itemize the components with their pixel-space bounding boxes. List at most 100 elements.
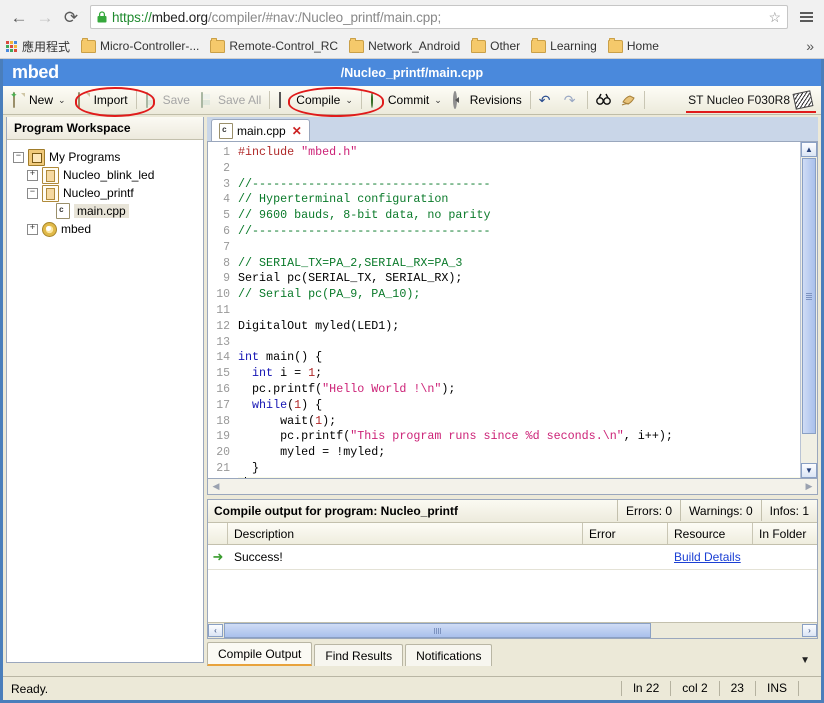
scrollbar-thumb[interactable] <box>802 158 816 434</box>
code-line[interactable] <box>238 303 800 319</box>
chevron-down-icon[interactable]: ⌄ <box>340 95 353 106</box>
bookmark-star-icon[interactable]: ☆ <box>762 9 781 26</box>
close-icon[interactable]: ✕ <box>286 124 302 138</box>
build-details-link[interactable]: Build Details <box>674 550 741 564</box>
find-button[interactable] <box>591 89 616 111</box>
forward-arrow-icon[interactable]: → <box>32 4 58 30</box>
code-line[interactable]: int main() { <box>238 350 800 366</box>
scroll-left-icon[interactable]: ‹ <box>208 624 223 637</box>
code-line[interactable]: } <box>238 476 800 478</box>
bookmark-other[interactable]: Other <box>471 37 520 53</box>
code-line[interactable]: pc.printf("This program runs since %d se… <box>238 429 800 445</box>
compile-label: Compile <box>296 93 341 107</box>
code-line[interactable] <box>238 240 800 256</box>
code-text[interactable]: #include "mbed.h" //--------------------… <box>234 142 800 478</box>
scrollbar-track[interactable] <box>801 435 817 463</box>
bookmark-learning[interactable]: Learning <box>531 37 597 53</box>
scroll-down-icon[interactable]: ▼ <box>801 463 817 478</box>
code-line[interactable]: Serial pc(SERIAL_TX, SERIAL_RX); <box>238 271 800 287</box>
chevron-down-icon[interactable]: ▼ <box>800 655 818 666</box>
column-header-resource[interactable]: Resource <box>668 523 753 544</box>
import-button[interactable]: Import <box>71 89 133 111</box>
tab-notifications[interactable]: Notifications <box>405 644 493 666</box>
scroll-right-icon[interactable]: › <box>802 624 817 637</box>
redo-button[interactable]: ↷ <box>559 89 584 111</box>
board-highlight-underline <box>686 110 816 113</box>
output-horizontal-scrollbar[interactable]: ‹ › <box>208 622 817 638</box>
code-line[interactable]: wait(1); <box>238 414 800 430</box>
bookmark-remote-control-rc[interactable]: Remote-Control_RC <box>210 37 339 53</box>
tab-find-results[interactable]: Find Results <box>314 644 404 666</box>
tree-item-nucleo-blink-led[interactable]: + Nucleo_blink_led <box>13 166 203 184</box>
tree-item-my-programs[interactable]: − My Programs <box>13 148 203 166</box>
scroll-left-icon[interactable]: ◀ <box>208 480 224 494</box>
code-scroll-area[interactable]: 12345678910111213141516171819202122 #inc… <box>208 142 800 478</box>
code-line[interactable]: //---------------------------------- <box>238 224 800 240</box>
reload-icon[interactable]: ⟳ <box>58 4 84 30</box>
code-line[interactable] <box>238 335 800 351</box>
board-selector[interactable]: ST Nucleo F030R8 <box>686 90 818 113</box>
browser-menu-icon[interactable] <box>794 12 818 22</box>
tab-compile-output[interactable]: Compile Output <box>207 642 313 666</box>
column-header-error[interactable]: Error <box>583 523 668 544</box>
chevron-down-icon[interactable]: ⌄ <box>53 95 66 106</box>
editor-vertical-scrollbar[interactable]: ▲ ▼ <box>800 142 817 478</box>
code-line[interactable]: // SERIAL_TX=PA_2,SERIAL_RX=PA_3 <box>238 256 800 272</box>
code-line[interactable]: while(1) { <box>238 398 800 414</box>
expander-icon <box>43 207 52 216</box>
expander-icon[interactable]: + <box>27 223 38 235</box>
compile-button[interactable]: Compile ⌄ <box>273 89 358 111</box>
revisions-button[interactable]: Revisions <box>447 89 527 111</box>
help-button[interactable] <box>616 89 641 111</box>
undo-button[interactable]: ↶ <box>534 89 559 111</box>
chevron-down-icon[interactable]: ⌄ <box>429 95 442 106</box>
line-number: 8 <box>223 256 230 270</box>
column-header-in-folder[interactable]: In Folder <box>753 523 817 544</box>
editor-tab-main-cpp[interactable]: main.cpp ✕ <box>211 119 310 141</box>
address-bar[interactable]: https://mbed.org/compiler/#nav:/Nucleo_p… <box>90 5 788 29</box>
bookmark-label: Remote-Control_RC <box>229 39 339 53</box>
status-bar: Ready. ln 22 col 2 23 INS <box>3 676 821 700</box>
code-line[interactable]: // 9600 bauds, 8-bit data, no parity <box>238 208 800 224</box>
code-line[interactable] <box>238 161 800 177</box>
redo-icon: ↷ <box>563 91 576 108</box>
tree-item-mbed[interactable]: + mbed <box>13 220 203 238</box>
line-number: 15 <box>216 367 230 381</box>
code-editor: main.cpp ✕ 12345678910111213141516171819… <box>207 117 818 495</box>
bookmark-apps[interactable]: 應用程式 <box>6 38 70 55</box>
code-line[interactable]: //---------------------------------- <box>238 177 800 193</box>
bookmark-micro-controller[interactable]: Micro-Controller-... <box>81 37 199 53</box>
expander-icon[interactable]: − <box>27 187 38 199</box>
back-arrow-icon[interactable]: ← <box>6 4 32 30</box>
save-button[interactable]: Save <box>140 89 195 111</box>
code-line[interactable]: #include "mbed.h" <box>238 145 800 161</box>
code-line[interactable]: DigitalOut myled(LED1); <box>238 319 800 335</box>
save-all-button[interactable]: Save All <box>195 89 266 111</box>
folder-icon <box>607 37 623 53</box>
new-button[interactable]: ✦ New ⌄ <box>6 89 71 111</box>
line-number: 1 <box>223 146 230 159</box>
code-line[interactable]: // Serial pc(PA_9, PA_10); <box>238 287 800 303</box>
scroll-right-icon[interactable]: ▶ <box>801 480 817 494</box>
commit-button[interactable]: Commit ⌄ <box>365 89 447 111</box>
editor-horizontal-scrollbar[interactable]: ◀ ▶ <box>207 479 818 495</box>
code-line[interactable]: int i = 1; <box>238 366 800 382</box>
tree-item-main-cpp[interactable]: main.cpp <box>13 202 203 220</box>
bookmark-home[interactable]: Home <box>607 37 659 53</box>
save-icon <box>145 91 160 108</box>
column-header-description[interactable]: Description <box>228 523 583 544</box>
code-line[interactable]: pc.printf("Hello World !\n"); <box>238 382 800 398</box>
code-line[interactable]: myled = !myled; <box>238 445 800 461</box>
bookmark-network-android[interactable]: Network_Android <box>349 37 460 53</box>
code-line[interactable]: // Hyperterminal configuration <box>238 192 800 208</box>
expander-icon[interactable]: − <box>13 151 24 163</box>
scrollbar-thumb[interactable] <box>224 623 651 638</box>
binoculars-icon <box>595 93 611 108</box>
code-line[interactable]: } <box>238 461 800 477</box>
table-row[interactable]: ➜ Success! Build Details <box>208 545 817 570</box>
tree-item-nucleo-printf[interactable]: − Nucleo_printf <box>13 184 203 202</box>
status-fields: ln 22 col 2 23 INS <box>621 681 821 696</box>
scroll-up-icon[interactable]: ▲ <box>801 142 817 157</box>
expander-icon[interactable]: + <box>27 169 38 181</box>
bookmarks-overflow-icon[interactable]: » <box>806 38 818 54</box>
